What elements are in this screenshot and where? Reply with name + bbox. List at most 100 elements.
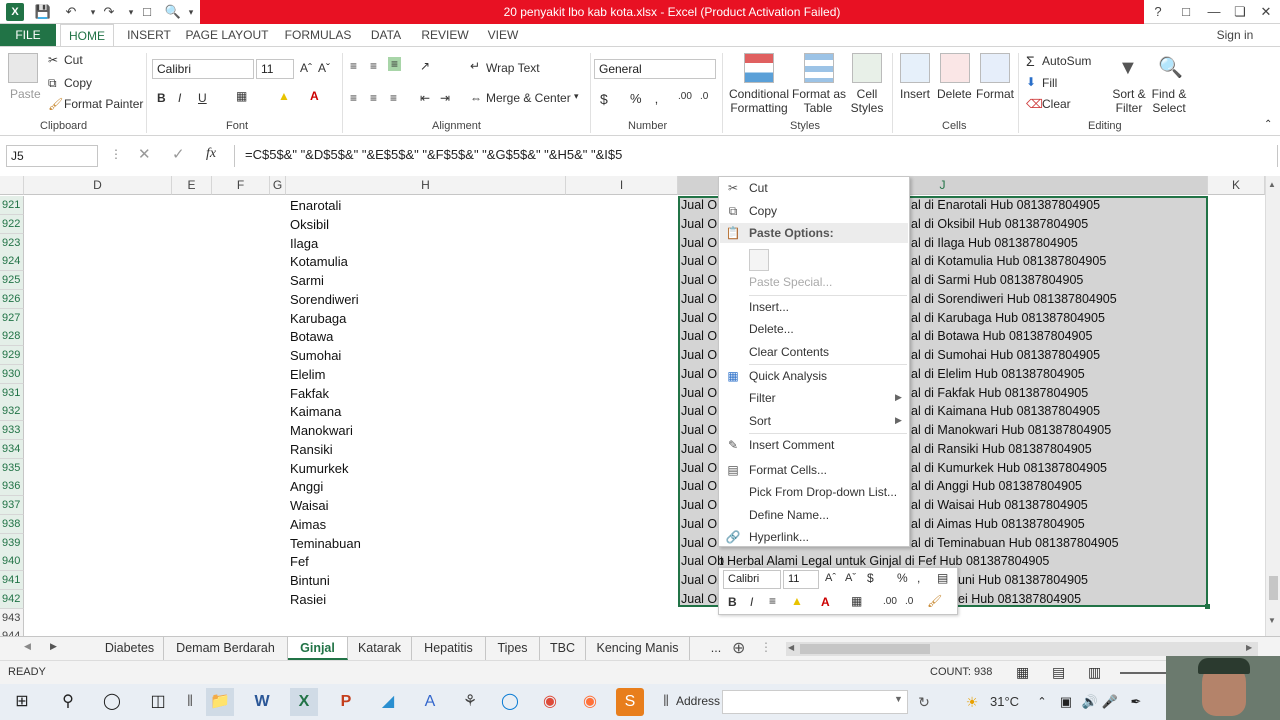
borders-icon[interactable]: ▦ [236,89,247,103]
maximize-button[interactable]: ❏ [1226,0,1254,24]
chrome-icon[interactable]: ◉ [536,688,564,716]
align-right-icon[interactable]: ≡ [390,91,397,105]
cell-h[interactable]: Oksibil [290,215,329,234]
decrease-indent-icon[interactable]: ⇤ [420,91,430,105]
next-sheet-icon[interactable]: ▶ [50,641,57,652]
cut-icon[interactable]: ✂ [48,53,58,67]
underline-icon[interactable]: U [198,91,207,105]
format-cells-icon[interactable] [980,53,1010,83]
row-header[interactable]: 929 [0,346,24,365]
format-painter-button[interactable]: Format Painter [64,97,143,111]
address-input[interactable] [722,690,908,714]
windows-start-icon[interactable]: ⊞ [8,688,36,716]
fill-color-icon[interactable]: ▲ [278,89,290,103]
column-header[interactable]: F [212,176,270,195]
menu-item-paste-special[interactable]: Paste Special... [749,275,832,289]
column-header[interactable]: E [172,176,212,195]
row-header[interactable]: 936 [0,477,24,497]
app-icon[interactable]: ◢ [374,688,402,716]
cell-j-right[interactable]: al di Sarmi Hub 081387804905 [911,271,1083,290]
h-scroll-thumb[interactable] [800,644,930,654]
row-header[interactable]: 927 [0,308,24,328]
autosum-icon[interactable]: Σ [1026,53,1035,69]
mini-font-select[interactable]: Calibri [723,570,781,589]
cell-h[interactable]: Elelim [290,365,325,384]
sublime-icon[interactable]: S [616,688,644,716]
mini-fill-color-icon[interactable]: ▲ [791,594,803,608]
row-header[interactable]: 921 [0,196,24,215]
binoculars-icon[interactable]: 🔍 [1158,55,1183,80]
cell-h[interactable]: Ransiki [290,440,333,459]
scroll-up-icon[interactable]: ▲ [1268,180,1276,189]
paste-option-icon[interactable] [749,249,769,271]
cell-h[interactable]: Manokwari [290,421,353,440]
conditional-formatting-icon[interactable] [744,53,774,83]
cell-h[interactable]: Anggi [290,477,323,496]
tab-data[interactable]: DATA [364,24,408,46]
cell-h[interactable]: Kumurkek [290,459,349,478]
wrap-text-button[interactable]: Wrap Text [486,61,540,75]
fill-icon[interactable]: ⬇ [1026,75,1036,89]
row-header[interactable]: 940 [0,552,24,572]
row-header[interactable]: 941 [0,571,24,590]
row-header[interactable]: 932 [0,402,24,422]
prev-sheet-icon[interactable]: ◀ [24,641,31,652]
vertical-scrollbar[interactable]: ▲ ▼ [1265,176,1280,636]
font-size-select[interactable]: 11 [256,59,294,79]
mini-shrink-font-icon[interactable]: Aˇ [845,572,856,584]
sheet-tab[interactable]: Katarak [348,637,412,660]
menu-item-sort[interactable]: Sort [749,414,771,428]
cell-j-right[interactable]: al di Aimas Hub 081387804905 [911,515,1085,534]
copy-icon[interactable]: ⧉ [48,76,57,91]
tab-insert[interactable]: INSERT [122,24,176,46]
redo-icon[interactable]: ↷ [100,3,118,21]
cell-j-right[interactable]: al di Waisai Hub 081387804905 [911,496,1088,515]
row-header[interactable]: 933 [0,421,24,440]
mini-format-icon[interactable]: ▤ [937,571,948,585]
menu-item-cut[interactable]: Cut [749,181,768,195]
cell-h[interactable]: Sumohai [290,346,341,365]
undo-icon[interactable]: ↶ [62,3,80,21]
pen-icon[interactable]: ✒ [1122,688,1150,716]
format-painter-icon[interactable]: 🖌 [48,97,63,111]
cell-j-right[interactable]: uni Hub 081387804905 [958,571,1088,590]
address-dropdown-icon[interactable]: ▼ [894,694,903,704]
row-header[interactable]: 937 [0,496,24,515]
cell-h[interactable]: Waisai [290,496,329,515]
cell-j-right[interactable]: al di Kaimana Hub 081387804905 [911,402,1100,421]
scroll-left-icon[interactable]: ◀ [788,643,794,652]
row-header[interactable]: 938 [0,514,24,534]
cell-j-right[interactable]: al di Kumurkek Hub 081387804905 [911,459,1107,478]
enter-icon[interactable]: ✓ [172,145,185,163]
bold-icon[interactable]: B [157,91,166,105]
ribbon-display-button[interactable]: □ [1172,0,1200,24]
cell-j-right[interactable]: al di Oksibil Hub 081387804905 [911,215,1088,234]
paste-button[interactable]: Paste [10,87,41,101]
comma-icon[interactable]: ‚ [655,91,658,106]
cell-h[interactable]: Fakfak [290,384,329,403]
percent-icon[interactable]: % [630,91,642,106]
sign-in-link[interactable]: Sign in [1210,24,1260,46]
tab-formulas[interactable]: FORMULAS [280,24,356,46]
row-header[interactable]: 942 [0,589,24,609]
align-middle-icon[interactable]: ≡ [370,59,377,73]
mini-comma-button[interactable]: , [917,571,920,585]
normal-view-icon[interactable]: ▦ [1016,664,1029,681]
delete-cells-button[interactable]: Delete [937,87,972,101]
delete-cells-icon[interactable] [940,53,970,83]
scroll-thumb[interactable] [1269,576,1278,600]
cell-h[interactable]: Sorendiweri [290,290,359,309]
more-sheets-button[interactable]: ... [702,637,730,660]
fill-button[interactable]: Fill [1042,76,1057,90]
sheet-tab[interactable]: Demam Berdarah [164,637,288,660]
cell-h[interactable]: Rasiei [290,590,326,609]
cell-j-right[interactable]: al di Ransiki Hub 081387804905 [911,440,1092,459]
mini-currency-button[interactable]: $ [867,571,874,585]
zoom-slider[interactable] [1120,672,1170,674]
conditional-formatting-button[interactable]: Conditional Formatting [728,87,790,115]
format-cells-button[interactable]: Format [976,87,1014,101]
file-explorer-icon[interactable]: 📁 [206,688,234,716]
refresh-icon[interactable]: ↻ [910,688,938,716]
cell-h[interactable]: Kotamulia [290,252,348,271]
row-header[interactable]: 924 [0,252,24,272]
